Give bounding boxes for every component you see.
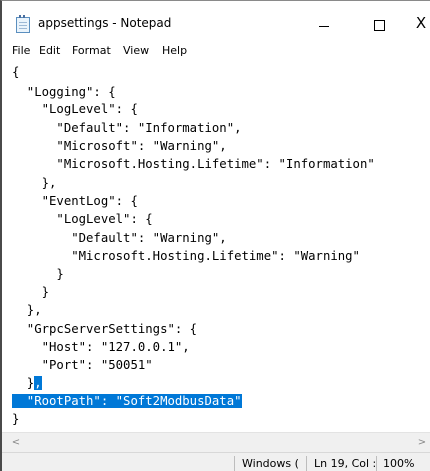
editor-line-2: "Logging": {	[12, 85, 116, 99]
editor-line-6: "Microsoft.Hosting.Lifetime": "Informati…	[12, 157, 375, 171]
editor-line-18-text: }	[12, 376, 35, 390]
status-position: Ln 19, Col :	[314, 457, 376, 470]
editor-line-12: }	[12, 267, 64, 281]
menu-format[interactable]: Format	[72, 44, 111, 57]
editor-line-9: "LogLevel": {	[12, 212, 153, 226]
editor-line-13: }	[12, 285, 50, 299]
selected-line: "RootPath": "Soft2ModbusData"	[12, 394, 242, 408]
status-divider	[376, 456, 377, 471]
scroll-right-arrow-icon[interactable]: >	[414, 435, 430, 451]
window-title: appsettings - Notepad	[38, 16, 172, 30]
menu-view[interactable]: View	[123, 44, 149, 57]
menu-edit[interactable]: Edit	[39, 44, 60, 57]
scroll-left-arrow-icon[interactable]: <	[8, 435, 24, 451]
status-bar: Windows ( Ln 19, Col : 100%	[2, 452, 430, 471]
editor-line-17: "Port": "50051"	[12, 358, 153, 372]
minimize-button[interactable]	[301, 7, 347, 39]
editor-line-16: "Host": "127.0.0.1",	[12, 340, 190, 354]
editor-line-20: }	[12, 412, 20, 426]
status-encoding: Windows (	[242, 457, 299, 470]
notepad-icon	[16, 15, 30, 33]
editor-line-19: "RootPath": "Soft2ModbusData"	[12, 394, 242, 409]
status-divider	[234, 456, 235, 471]
notepad-window: appsettings - Notepad X File Edit Format…	[0, 0, 430, 471]
editor-line-3: "LogLevel": {	[12, 102, 138, 116]
editor-line-14: },	[12, 303, 42, 317]
editor-line-18: },	[12, 376, 42, 391]
editor-line-7: },	[12, 176, 57, 190]
status-divider	[306, 456, 307, 471]
maximize-button[interactable]	[356, 7, 402, 39]
title-bar[interactable]: appsettings - Notepad X	[2, 1, 430, 41]
selected-text: ,	[34, 376, 42, 390]
close-button[interactable]: X	[406, 7, 430, 39]
menu-file[interactable]: File	[12, 44, 30, 57]
editor-line-8: "EventLog": {	[12, 194, 138, 208]
editor-line-5: "Microsoft": "Warning",	[12, 139, 227, 153]
horizontal-scrollbar[interactable]: < >	[2, 432, 430, 453]
editor-line-4: "Default": "Information",	[12, 121, 242, 135]
editor-line-11: "Microsoft.Hosting.Lifetime": "Warning"	[12, 249, 360, 263]
editor-line-1: {	[12, 65, 20, 79]
menu-bar: File Edit Format View Help	[2, 41, 430, 64]
scroll-thumb[interactable]	[26, 437, 406, 449]
status-zoom: 100%	[383, 457, 415, 470]
text-editor[interactable]: { "Logging": { "LogLevel": { "Default": …	[2, 63, 430, 432]
editor-line-10: "Default": "Warning",	[12, 231, 227, 245]
menu-help[interactable]: Help	[162, 44, 187, 57]
editor-line-15: "GrpcServerSettings": {	[12, 322, 198, 336]
